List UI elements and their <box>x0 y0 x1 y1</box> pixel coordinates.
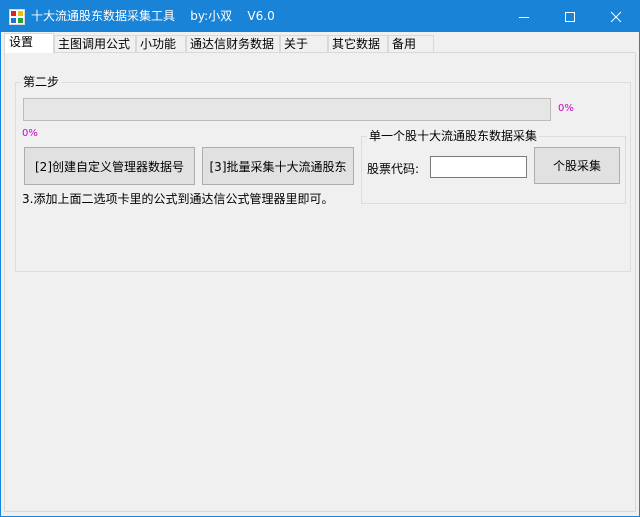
maximize-icon <box>565 12 575 22</box>
minimize-icon <box>519 17 529 18</box>
single-stock-group: 单一个股十大流通股东数据采集 股票代码: 个股采集 <box>361 129 626 204</box>
stock-code-label: 股票代码: <box>367 162 420 176</box>
single-stock-collect-button[interactable]: 个股采集 <box>534 147 620 184</box>
create-custom-data-button[interactable]: [2]创建自定义管理器数据号 <box>24 147 195 185</box>
step-two-group: 第二步 0% 0% [2]创建自定义管理器数据号 [3]批量采集十大流通股东 3… <box>15 75 631 272</box>
app-icon <box>9 9 25 25</box>
single-stock-legend: 单一个股十大流通股东数据采集 <box>367 129 540 143</box>
main-progress-bar <box>23 98 551 121</box>
close-icon <box>610 11 622 23</box>
step-two-legend: 第二步 <box>21 75 62 89</box>
window-title: 十大流通股东数据采集工具 by:小双 V6.0 <box>31 9 275 23</box>
secondary-progress-label: 0% <box>22 128 38 139</box>
batch-collect-button[interactable]: [3]批量采集十大流通股东 <box>202 147 354 185</box>
tab-small-tools[interactable]: 小功能 <box>136 35 186 52</box>
tab-other-data[interactable]: 其它数据 <box>328 35 388 52</box>
app-window: 十大流通股东数据采集工具 by:小双 V6.0 设置 主图调用公式 小功能 通达… <box>0 0 640 517</box>
tab-strip: 设置 主图调用公式 小功能 通达信财务数据 关于 其它数据 备用 <box>4 33 638 53</box>
minimize-button[interactable] <box>501 1 547 32</box>
tab-about[interactable]: 关于 <box>280 35 328 52</box>
tab-main-chart-formula[interactable]: 主图调用公式 <box>54 35 136 52</box>
settings-tab-page: 第二步 0% 0% [2]创建自定义管理器数据号 [3]批量采集十大流通股东 3… <box>4 52 636 512</box>
stock-code-input[interactable] <box>430 156 527 178</box>
instruction-text: 3.添加上面二选项卡里的公式到通达信公式管理器里即可。 <box>22 192 334 206</box>
tab-settings[interactable]: 设置 <box>4 33 54 53</box>
title-bar[interactable]: 十大流通股东数据采集工具 by:小双 V6.0 <box>1 1 639 32</box>
tab-tdx-financial-data[interactable]: 通达信财务数据 <box>186 35 280 52</box>
close-button[interactable] <box>593 1 639 32</box>
main-progress-label: 0% <box>558 103 574 114</box>
maximize-button[interactable] <box>547 1 593 32</box>
tab-reserve[interactable]: 备用 <box>388 35 434 52</box>
